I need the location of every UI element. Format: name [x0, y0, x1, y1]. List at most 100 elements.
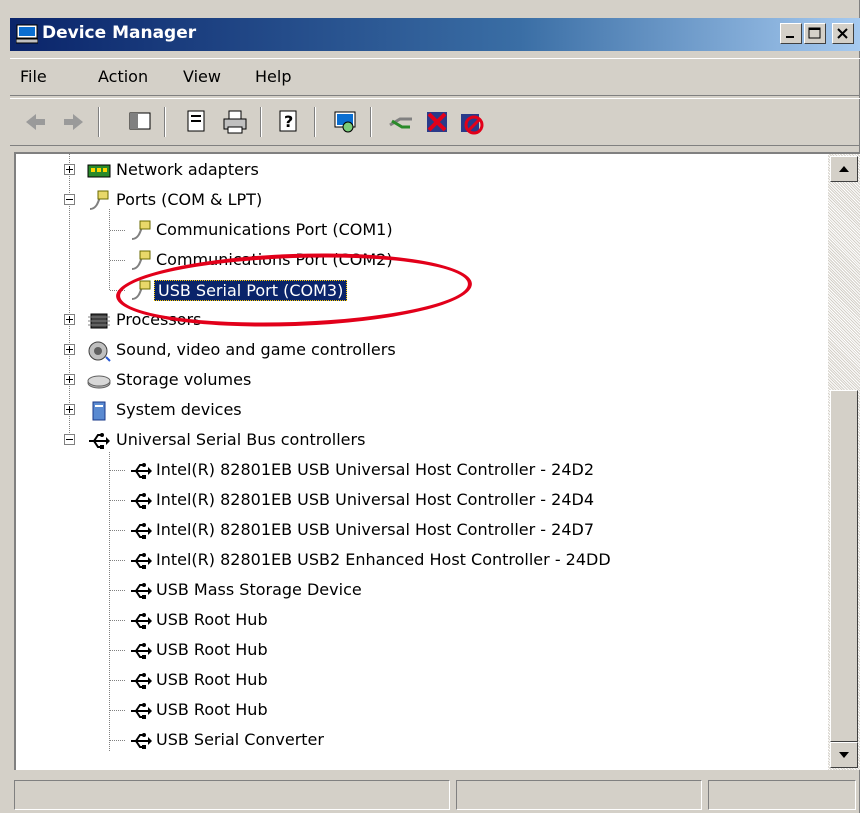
- update-driver-icon: [389, 117, 412, 129]
- menu-view[interactable]: View: [183, 67, 221, 86]
- menu-help[interactable]: Help: [255, 67, 291, 86]
- tree-label: USB Root Hub: [156, 670, 268, 689]
- tree-item-processors[interactable]: Processors: [16, 306, 816, 334]
- toolbar-separator: [370, 107, 372, 137]
- device-tree[interactable]: Network adapters Ports (COM & LPT) Commu…: [14, 152, 860, 770]
- tree-label: USB Root Hub: [156, 700, 268, 719]
- tree-item-network-adapters[interactable]: Network adapters: [16, 156, 816, 184]
- tree-item-com2[interactable]: Communications Port (COM2): [16, 246, 816, 274]
- tree-label: USB Root Hub: [156, 640, 268, 659]
- tree-branch-line: [110, 590, 126, 591]
- tree-item-sound-video-game[interactable]: Sound, video and game controllers: [16, 336, 816, 364]
- usb-icon: [128, 489, 154, 513]
- tree-label: Communications Port (COM1): [156, 220, 393, 239]
- tree-branch-line: [110, 260, 126, 261]
- tree-branch-line: [110, 650, 126, 651]
- show-hide-console-tree-button[interactable]: [126, 107, 156, 137]
- tree-label: Sound, video and game controllers: [116, 340, 396, 359]
- back-button[interactable]: [20, 107, 50, 137]
- collapse-button[interactable]: [64, 194, 75, 205]
- uninstall-icon: [427, 112, 447, 132]
- usb-icon: [128, 579, 154, 603]
- toolbar-separator: [314, 107, 316, 137]
- menu-action[interactable]: Action: [98, 67, 148, 86]
- tree-label-selected: USB Serial Port (COM3): [154, 280, 348, 301]
- expand-button[interactable]: [64, 344, 75, 355]
- tree-item-usb-device[interactable]: Intel(R) 82801EB USB Universal Host Cont…: [16, 486, 816, 514]
- tree-branch-line: [110, 230, 126, 231]
- tree-item-usb-device[interactable]: USB Root Hub: [16, 666, 816, 694]
- port-icon: [128, 279, 154, 303]
- scan-hardware-button[interactable]: [330, 107, 360, 137]
- close-button[interactable]: [832, 23, 854, 44]
- tree-label: Processors: [116, 310, 202, 329]
- toolbar-separator: [98, 107, 100, 137]
- usb-icon: [128, 459, 154, 483]
- usb-icon: [128, 729, 154, 753]
- device-manager-window: Device Manager File Action View Help ? N…: [0, 0, 860, 813]
- tree-item-system-devices[interactable]: System devices: [16, 396, 816, 424]
- tree-label: USB Root Hub: [156, 610, 268, 629]
- usb-icon: [86, 429, 112, 453]
- tree-item-ports[interactable]: Ports (COM & LPT): [16, 186, 816, 214]
- print-icon: [223, 110, 247, 134]
- minimize-button[interactable]: [780, 23, 802, 44]
- expand-button[interactable]: [64, 374, 75, 385]
- menu-file[interactable]: File: [20, 67, 47, 86]
- tree-item-usb-device[interactable]: USB Root Hub: [16, 696, 816, 724]
- restore-button[interactable]: [804, 23, 826, 44]
- tree-branch-line: [110, 530, 126, 531]
- disable-icon: [461, 114, 484, 135]
- tree-item-usb-device[interactable]: Intel(R) 82801EB USB Universal Host Cont…: [16, 516, 816, 544]
- tree-branch-line: [110, 740, 126, 741]
- tree-label: USB Serial Converter: [156, 730, 324, 749]
- vertical-scrollbar[interactable]: [828, 154, 860, 770]
- status-bar: [10, 774, 860, 813]
- tree-branch-line: [110, 290, 126, 291]
- tree-item-usb-device[interactable]: Intel(R) 82801EB USB Universal Host Cont…: [16, 456, 816, 484]
- help-button[interactable]: ?: [274, 107, 304, 137]
- print-button[interactable]: [220, 107, 250, 137]
- svg-text:?: ?: [284, 112, 293, 131]
- forward-button[interactable]: [58, 107, 88, 137]
- tree-label: USB Mass Storage Device: [156, 580, 362, 599]
- expand-button[interactable]: [64, 164, 75, 175]
- properties-button[interactable]: [182, 107, 212, 137]
- help-icon: ?: [279, 110, 297, 132]
- title-bar[interactable]: Device Manager: [10, 18, 860, 51]
- scroll-up-button[interactable]: [830, 156, 858, 182]
- tree-branch-line: [110, 620, 126, 621]
- update-driver-button[interactable]: [386, 107, 416, 137]
- expand-button[interactable]: [64, 314, 75, 325]
- tree-item-com3[interactable]: USB Serial Port (COM3): [16, 276, 816, 304]
- tree-item-usb-device[interactable]: USB Serial Converter: [16, 726, 816, 754]
- scrollbar-thumb[interactable]: [830, 390, 858, 742]
- tree-label: System devices: [116, 400, 242, 419]
- toolbar: ?: [10, 98, 860, 146]
- expand-button[interactable]: [64, 404, 75, 415]
- port-icon: [128, 249, 154, 273]
- properties-icon: [187, 110, 205, 132]
- tree-item-usb-device[interactable]: USB Mass Storage Device: [16, 576, 816, 604]
- tree-label: Storage volumes: [116, 370, 252, 389]
- toolbar-separator: [260, 107, 262, 137]
- tree-item-com1[interactable]: Communications Port (COM1): [16, 216, 816, 244]
- close-icon: [837, 28, 848, 39]
- tree-label: Intel(R) 82801EB USB Universal Host Cont…: [156, 520, 594, 539]
- tree-item-usb-device[interactable]: USB Root Hub: [16, 606, 816, 634]
- disable-button[interactable]: [456, 107, 486, 137]
- tree-item-storage-volumes[interactable]: Storage volumes: [16, 366, 816, 394]
- collapse-button[interactable]: [64, 434, 75, 445]
- scroll-down-button[interactable]: [830, 742, 858, 768]
- system-device-icon: [86, 399, 112, 423]
- tree-branch-line: [110, 710, 126, 711]
- tree-branch-line: [110, 680, 126, 681]
- tree-branch-line: [110, 560, 126, 561]
- tree-item-usb-controllers[interactable]: Universal Serial Bus controllers: [16, 426, 816, 454]
- usb-icon: [128, 609, 154, 633]
- tree-item-usb-device[interactable]: USB Root Hub: [16, 636, 816, 664]
- minimize-icon: [786, 36, 794, 38]
- tree-label: Universal Serial Bus controllers: [116, 430, 366, 449]
- uninstall-button[interactable]: [422, 107, 452, 137]
- tree-item-usb-device[interactable]: Intel(R) 82801EB USB2 Enhanced Host Cont…: [16, 546, 816, 574]
